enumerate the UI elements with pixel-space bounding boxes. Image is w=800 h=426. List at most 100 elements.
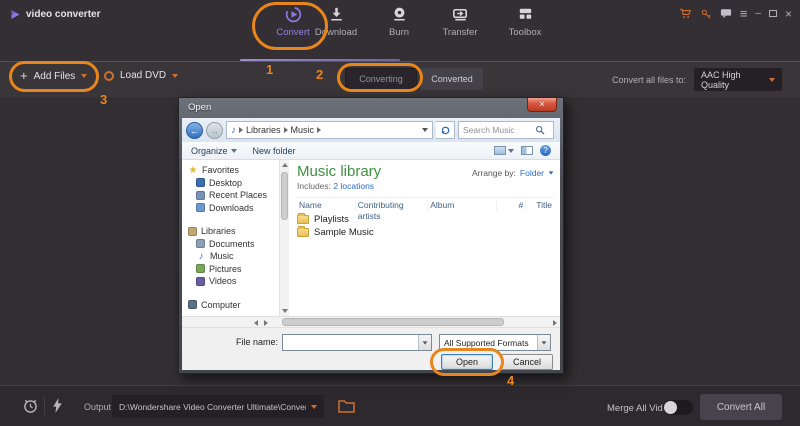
- menu-icon[interactable]: ≡: [740, 9, 748, 19]
- computer-icon: [188, 300, 197, 309]
- arrange-by-caret-icon[interactable]: [549, 171, 554, 174]
- divider: [44, 397, 45, 415]
- sidebar-item-computer[interactable]: Computer: [182, 299, 279, 312]
- maximize-icon[interactable]: [769, 10, 777, 17]
- chevron-down-icon: [423, 341, 428, 344]
- locations-link[interactable]: 2 locations: [333, 181, 374, 191]
- scroll-up-icon[interactable]: [282, 163, 288, 167]
- column-contributing-artists[interactable]: Contributing artists: [356, 200, 428, 211]
- playlists-label: Playlists: [314, 214, 349, 225]
- annotation-number-4: 4: [507, 373, 514, 388]
- close-icon[interactable]: ×: [785, 9, 792, 19]
- documents-icon: [196, 239, 205, 248]
- sidebar-item-desktop[interactable]: Desktop: [182, 177, 279, 190]
- scrollbar-thumb[interactable]: [282, 318, 504, 326]
- scroll-down-icon[interactable]: [282, 309, 288, 313]
- arrange-by-value[interactable]: Folder: [520, 168, 544, 178]
- open-output-folder-icon[interactable]: [338, 399, 355, 413]
- scroll-right-icon[interactable]: [264, 320, 268, 326]
- search-input[interactable]: [463, 125, 535, 135]
- tab-toolbox[interactable]: Toolbox: [494, 5, 556, 38]
- file-name-label: File name:: [222, 337, 278, 347]
- forward-button[interactable]: →: [206, 122, 223, 139]
- tab-burn-label: Burn: [389, 27, 409, 38]
- organize-menu[interactable]: Organize: [191, 146, 237, 156]
- breadcrumb-item-libraries[interactable]: Libraries: [246, 125, 281, 135]
- sidebar-group-favorites[interactable]: ★ Favorites: [182, 164, 279, 177]
- file-name-combobox[interactable]: [282, 334, 432, 351]
- cart-icon[interactable]: [679, 7, 692, 20]
- file-name-dropdown-button[interactable]: [418, 335, 431, 350]
- add-files-button[interactable]: + Add Files: [20, 70, 87, 82]
- column-album[interactable]: Album: [428, 200, 497, 211]
- sidebar-scrollbar[interactable]: [279, 160, 289, 316]
- column-name[interactable]: Name: [297, 200, 356, 211]
- scroll-right-icon[interactable]: [553, 320, 557, 326]
- output-path-dropdown[interactable]: D:\Wondershare Video Converter Ultimate\…: [112, 395, 324, 418]
- add-files-caret-icon[interactable]: [81, 74, 87, 78]
- arrange-by-control[interactable]: Arrange by: Folder: [472, 168, 554, 178]
- file-name-input[interactable]: [285, 336, 415, 349]
- column-number[interactable]: #: [497, 200, 526, 211]
- tab-burn[interactable]: Burn: [368, 5, 430, 38]
- tab-transfer[interactable]: Transfer: [429, 5, 491, 38]
- file-type-dropdown[interactable]: All Supported Formats: [439, 334, 551, 351]
- downloads-label: Downloads: [209, 203, 254, 213]
- key-icon[interactable]: [700, 8, 712, 20]
- breadcrumb-dropdown-icon[interactable]: [422, 128, 428, 132]
- tab-download[interactable]: Download: [305, 5, 367, 38]
- list-item-playlists[interactable]: Playlists: [297, 213, 554, 226]
- sidebar-item-downloads[interactable]: Downloads: [182, 202, 279, 215]
- high-speed-icon[interactable]: [52, 398, 63, 413]
- sidebar-item-pictures[interactable]: Pictures: [182, 263, 279, 276]
- load-dvd-caret-icon[interactable]: [172, 74, 178, 78]
- sidebar-item-recent-places[interactable]: Recent Places: [182, 189, 279, 202]
- search-field[interactable]: [458, 121, 554, 139]
- scroll-left-icon[interactable]: [254, 320, 258, 326]
- chevron-down-icon: [542, 341, 547, 344]
- load-dvd-button[interactable]: Load DVD: [104, 70, 178, 81]
- search-icon[interactable]: [535, 125, 545, 135]
- cancel-button[interactable]: Cancel: [501, 354, 553, 370]
- minimize-icon[interactable]: –: [755, 9, 761, 19]
- convert-all-button[interactable]: Convert All: [700, 394, 782, 420]
- new-folder-button[interactable]: New folder: [253, 146, 296, 156]
- merge-toggle[interactable]: [663, 400, 693, 415]
- sidebar-item-documents[interactable]: Documents: [182, 238, 279, 251]
- schedule-clock-icon[interactable]: [22, 397, 39, 414]
- refresh-button[interactable]: [436, 121, 455, 139]
- breadcrumb-arrow-icon[interactable]: [284, 127, 288, 133]
- change-view-icon[interactable]: [494, 146, 506, 155]
- folder-icon: [297, 215, 309, 224]
- open-button[interactable]: Open: [441, 354, 493, 370]
- breadcrumb-arrow-icon[interactable]: [239, 127, 243, 133]
- tab-converted[interactable]: Converted: [421, 68, 483, 90]
- scrollbar-thumb[interactable]: [281, 172, 288, 220]
- back-button[interactable]: ←: [186, 122, 203, 139]
- column-headers: Name Contributing artists Album # Title: [297, 197, 554, 212]
- list-item-sample-music[interactable]: Sample Music: [297, 227, 554, 240]
- recent-places-label: Recent Places: [209, 190, 267, 200]
- change-view-caret-icon[interactable]: [508, 149, 514, 153]
- file-type-dropdown-button[interactable]: [537, 335, 550, 350]
- breadcrumb[interactable]: ♪ Libraries Music: [226, 121, 433, 139]
- column-title[interactable]: Title: [526, 200, 554, 211]
- sample-music-label: Sample Music: [314, 227, 374, 238]
- dialog-titlebar[interactable]: Open: [179, 98, 563, 118]
- help-icon[interactable]: ?: [540, 145, 551, 156]
- tab-converting[interactable]: Converting: [345, 68, 417, 90]
- output-format-dropdown[interactable]: AAC High Quality: [694, 68, 782, 91]
- breadcrumb-item-music[interactable]: Music: [291, 125, 315, 135]
- dialog-close-button[interactable]: ×: [527, 98, 557, 112]
- sidebar-item-music[interactable]: ♪ Music: [182, 250, 279, 263]
- breadcrumb-arrow-icon[interactable]: [317, 127, 321, 133]
- horizontal-scrollbar[interactable]: [182, 316, 560, 327]
- sidebar-item-videos[interactable]: Videos: [182, 275, 279, 288]
- toggle-knob[interactable]: [664, 401, 677, 414]
- burn-icon: [390, 5, 409, 24]
- dialog-toolbar: Organize New folder ?: [182, 142, 560, 160]
- feedback-bubble-icon[interactable]: [720, 8, 732, 19]
- preview-pane-icon[interactable]: [521, 146, 533, 155]
- sidebar-group-libraries[interactable]: Libraries: [182, 225, 279, 238]
- bottom-bar: Output D:\Wondershare Video Converter Ul…: [0, 385, 800, 426]
